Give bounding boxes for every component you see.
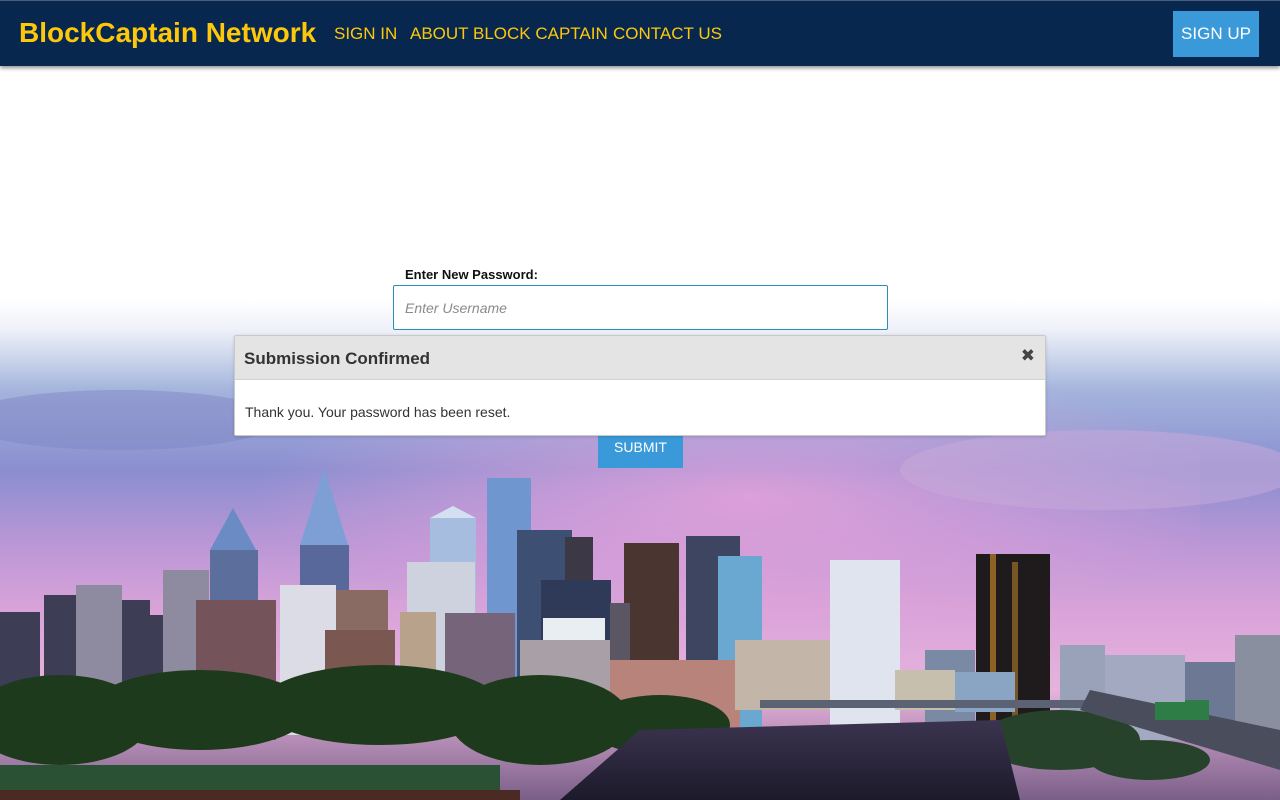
close-x-icon[interactable]: ✖ (1021, 347, 1035, 365)
brand-logo-link[interactable]: BlockCaptain Network (19, 17, 316, 49)
dialog-message: Thank you. Your password has been reset. (245, 404, 511, 420)
sign-up-button[interactable]: SIGN UP (1173, 11, 1259, 57)
dialog-title: Submission Confirmed (244, 349, 431, 368)
nav-contact-link[interactable]: CONTACT US (613, 24, 722, 44)
new-password-label: Enter New Password: (405, 267, 538, 282)
nav-about-link[interactable]: ABOUT BLOCK CAPTAIN (410, 24, 608, 44)
submission-confirmed-dialog: Submission Confirmed ✖ Thank you. Your p… (234, 335, 1046, 436)
submit-button-label: SUBMIT (614, 439, 667, 455)
top-navbar: BlockCaptain Network SIGN IN ABOUT BLOCK… (0, 0, 1280, 66)
new-password-input[interactable] (393, 285, 888, 330)
nav-sign-in-link[interactable]: SIGN IN (334, 24, 397, 44)
dialog-header: Submission Confirmed ✖ (235, 336, 1045, 380)
page: BlockCaptain Network SIGN IN ABOUT BLOCK… (0, 0, 1280, 800)
